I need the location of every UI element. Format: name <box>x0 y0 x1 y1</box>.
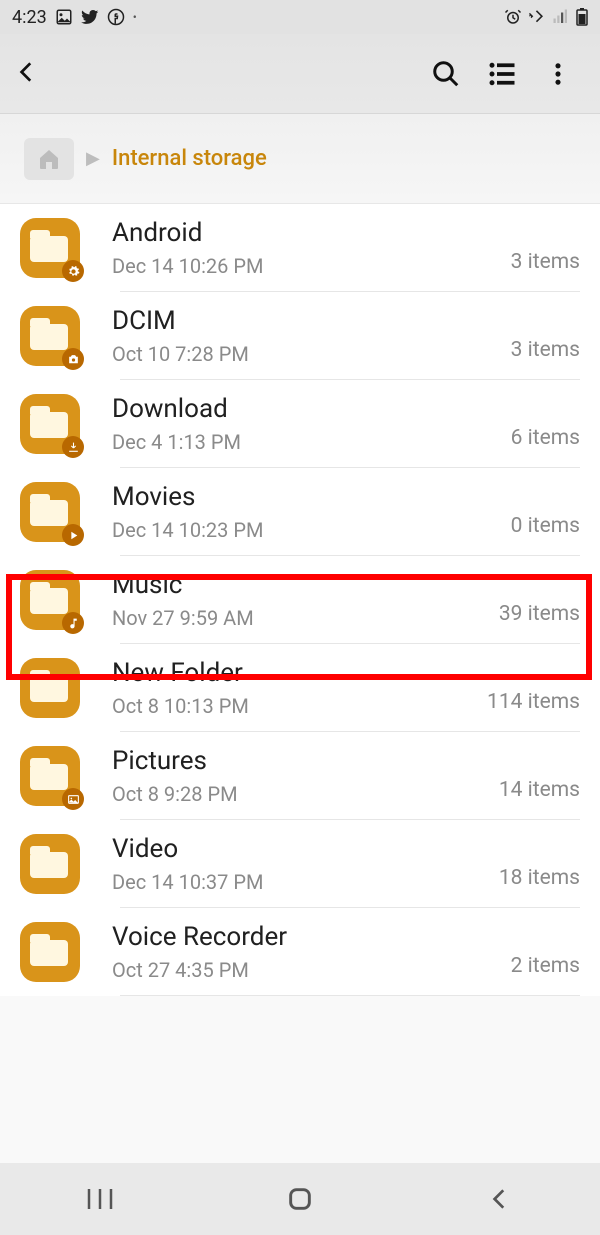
folder-date: Dec 14 10:23 PM <box>112 518 501 542</box>
status-bar: 4:23 • <box>0 0 600 34</box>
folder-icon <box>20 306 80 366</box>
folder-date: Oct 27 4:35 PM <box>112 958 501 982</box>
download-badge-icon <box>62 436 84 458</box>
folder-name: Movies <box>112 482 501 513</box>
app-bar <box>0 34 600 114</box>
alarm-icon <box>504 8 522 26</box>
folder-item-count: 0 items <box>501 514 580 542</box>
folder-row[interactable]: Download Dec 4 1:13 PM 6 items <box>0 380 600 468</box>
folder-item-count: 14 items <box>489 778 580 806</box>
folder-date: Dec 14 10:26 PM <box>112 254 501 278</box>
vibrate-icon <box>528 8 546 26</box>
folder-name: Pictures <box>112 746 489 777</box>
folder-item-count: 3 items <box>501 250 580 278</box>
status-time: 4:23 <box>12 7 47 28</box>
nav-home-button[interactable] <box>260 1185 340 1213</box>
folder-icon <box>20 218 80 278</box>
folder-item-count: 114 items <box>477 690 580 718</box>
folder-item-count: 18 items <box>489 866 580 894</box>
image-badge-icon <box>62 788 84 810</box>
folder-icon <box>20 394 80 454</box>
gear-badge-icon <box>62 260 84 282</box>
folder-row[interactable]: New Folder Oct 8 10:13 PM 114 items <box>0 644 600 732</box>
back-button[interactable] <box>14 59 54 89</box>
folder-icon <box>20 746 80 806</box>
folder-name: Video <box>112 834 489 865</box>
signal-icon <box>552 8 570 26</box>
folder-row[interactable]: Pictures Oct 8 9:28 PM 14 items <box>0 732 600 820</box>
folder-name: Android <box>112 218 501 249</box>
folder-date: Oct 8 9:28 PM <box>112 782 489 806</box>
status-dot: • <box>133 10 137 24</box>
twitter-icon <box>81 8 99 26</box>
play-badge-icon <box>62 524 84 546</box>
folder-row[interactable]: Voice Recorder Oct 27 4:35 PM 2 items <box>0 908 600 996</box>
folder-item-count: 39 items <box>489 602 580 630</box>
folder-icon <box>20 834 80 894</box>
more-options-button[interactable] <box>530 60 586 88</box>
chevron-right-icon: ▶ <box>86 148 100 169</box>
folder-name: Voice Recorder <box>112 922 501 953</box>
folder-icon <box>20 482 80 542</box>
folder-item-count: 3 items <box>501 338 580 366</box>
folder-row[interactable]: DCIM Oct 10 7:28 PM 3 items <box>0 292 600 380</box>
camera-badge-icon <box>62 348 84 370</box>
search-button[interactable] <box>418 59 474 89</box>
folder-name: Download <box>112 394 501 425</box>
view-toggle-button[interactable] <box>474 59 530 89</box>
folder-list: Android Dec 14 10:26 PM 3 items DCIM Oct… <box>0 204 600 996</box>
nav-recents-button[interactable] <box>60 1187 140 1211</box>
breadcrumb-label[interactable]: Internal storage <box>112 146 267 171</box>
folder-icon <box>20 922 80 982</box>
folder-date: Nov 27 9:59 AM <box>112 606 489 630</box>
folder-icon <box>20 658 80 718</box>
facebook-icon <box>107 8 125 26</box>
folder-row[interactable]: Music Nov 27 9:59 AM 39 items <box>0 556 600 644</box>
folder-date: Oct 8 10:13 PM <box>112 694 477 718</box>
breadcrumb-home-button[interactable] <box>24 138 74 180</box>
folder-date: Dec 14 10:37 PM <box>112 870 489 894</box>
folder-row[interactable]: Video Dec 14 10:37 PM 18 items <box>0 820 600 908</box>
folder-date: Oct 10 7:28 PM <box>112 342 501 366</box>
folder-icon <box>20 570 80 630</box>
folder-name: DCIM <box>112 306 501 337</box>
breadcrumb: ▶ Internal storage <box>0 114 600 204</box>
folder-name: New Folder <box>112 658 477 689</box>
battery-icon <box>576 8 588 26</box>
folder-item-count: 6 items <box>501 426 580 454</box>
nav-back-button[interactable] <box>460 1186 540 1212</box>
music-badge-icon <box>62 612 84 634</box>
folder-name: Music <box>112 570 489 601</box>
folder-row[interactable]: Movies Dec 14 10:23 PM 0 items <box>0 468 600 556</box>
system-nav-bar <box>0 1163 600 1235</box>
folder-item-count: 2 items <box>501 954 580 982</box>
folder-date: Dec 4 1:13 PM <box>112 430 501 454</box>
folder-row[interactable]: Android Dec 14 10:26 PM 3 items <box>0 204 600 292</box>
image-icon <box>55 8 73 26</box>
